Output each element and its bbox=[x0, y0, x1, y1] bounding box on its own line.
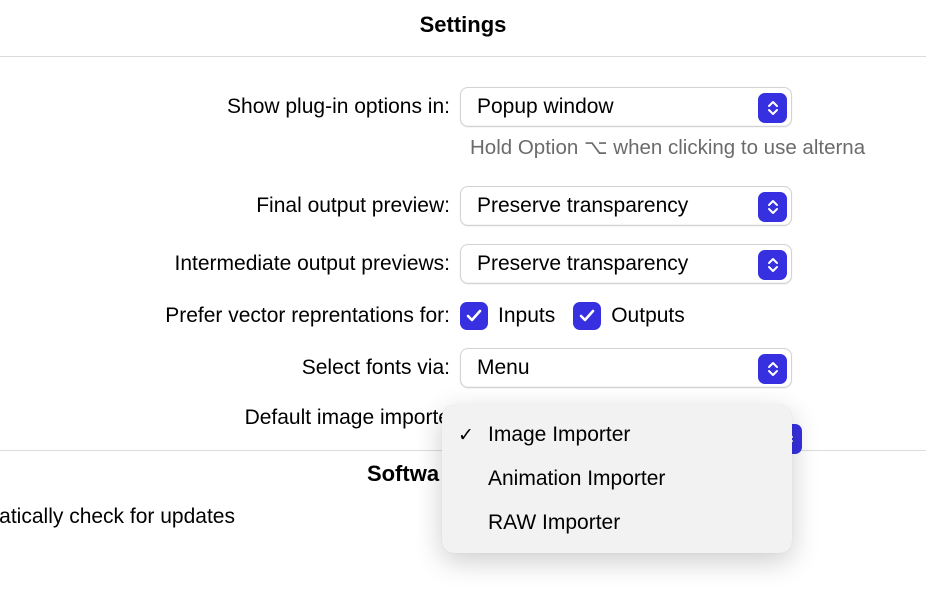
vector-outputs-checkbox[interactable] bbox=[573, 302, 601, 330]
final-preview-select[interactable]: Preserve transparency bbox=[460, 186, 792, 226]
updown-icon bbox=[758, 250, 787, 280]
settings-header: Settings bbox=[0, 0, 926, 57]
intermediate-preview-label: Intermediate output previews: bbox=[0, 252, 460, 276]
fonts-value: Menu bbox=[461, 356, 530, 380]
intermediate-preview-value: Preserve transparency bbox=[461, 252, 688, 276]
menu-item-image-importer[interactable]: ✓ Image Importer bbox=[442, 413, 792, 457]
plugin-options-label: Show plug-in options in: bbox=[0, 95, 460, 119]
menu-item-label: RAW Importer bbox=[488, 511, 620, 535]
intermediate-preview-row: Intermediate output previews: Preserve t… bbox=[0, 244, 926, 284]
menu-item-label: Image Importer bbox=[488, 423, 630, 447]
vector-row: Prefer vector reprentations for: Inputs … bbox=[0, 302, 926, 330]
final-preview-value: Preserve transparency bbox=[461, 194, 688, 218]
menu-item-animation-importer[interactable]: Animation Importer bbox=[442, 457, 792, 501]
settings-title: Settings bbox=[420, 12, 507, 37]
vector-label: Prefer vector reprentations for: bbox=[0, 304, 460, 328]
importer-popup-menu: ✓ Image Importer Animation Importer RAW … bbox=[442, 405, 792, 553]
intermediate-preview-select[interactable]: Preserve transparency bbox=[460, 244, 792, 284]
plugin-options-hint: Hold Option ⌥ when clicking to use alter… bbox=[0, 135, 926, 160]
final-preview-label: Final output preview: bbox=[0, 194, 460, 218]
updown-icon bbox=[758, 354, 787, 384]
vector-outputs-checkbox-wrap[interactable]: Outputs bbox=[573, 302, 685, 330]
vector-inputs-checkbox-wrap[interactable]: Inputs bbox=[460, 302, 555, 330]
final-preview-row: Final output preview: Preserve transpare… bbox=[0, 186, 926, 226]
fonts-row: Select fonts via: Menu bbox=[0, 348, 926, 388]
vector-outputs-label: Outputs bbox=[611, 304, 685, 328]
vector-inputs-label: Inputs bbox=[498, 304, 555, 328]
fonts-select[interactable]: Menu bbox=[460, 348, 792, 388]
fonts-label: Select fonts via: bbox=[0, 356, 460, 380]
menu-item-raw-importer[interactable]: RAW Importer bbox=[442, 501, 792, 545]
importer-label: Default image importe bbox=[0, 406, 460, 430]
plugin-options-row: Show plug-in options in: Popup window bbox=[0, 87, 926, 127]
plugin-options-value: Popup window bbox=[461, 95, 614, 119]
plugin-options-select[interactable]: Popup window bbox=[460, 87, 792, 127]
updown-icon bbox=[758, 192, 787, 222]
updown-icon bbox=[758, 93, 787, 123]
vector-inputs-checkbox[interactable] bbox=[460, 302, 488, 330]
menu-item-label: Animation Importer bbox=[488, 467, 665, 491]
check-icon: ✓ bbox=[458, 424, 488, 447]
